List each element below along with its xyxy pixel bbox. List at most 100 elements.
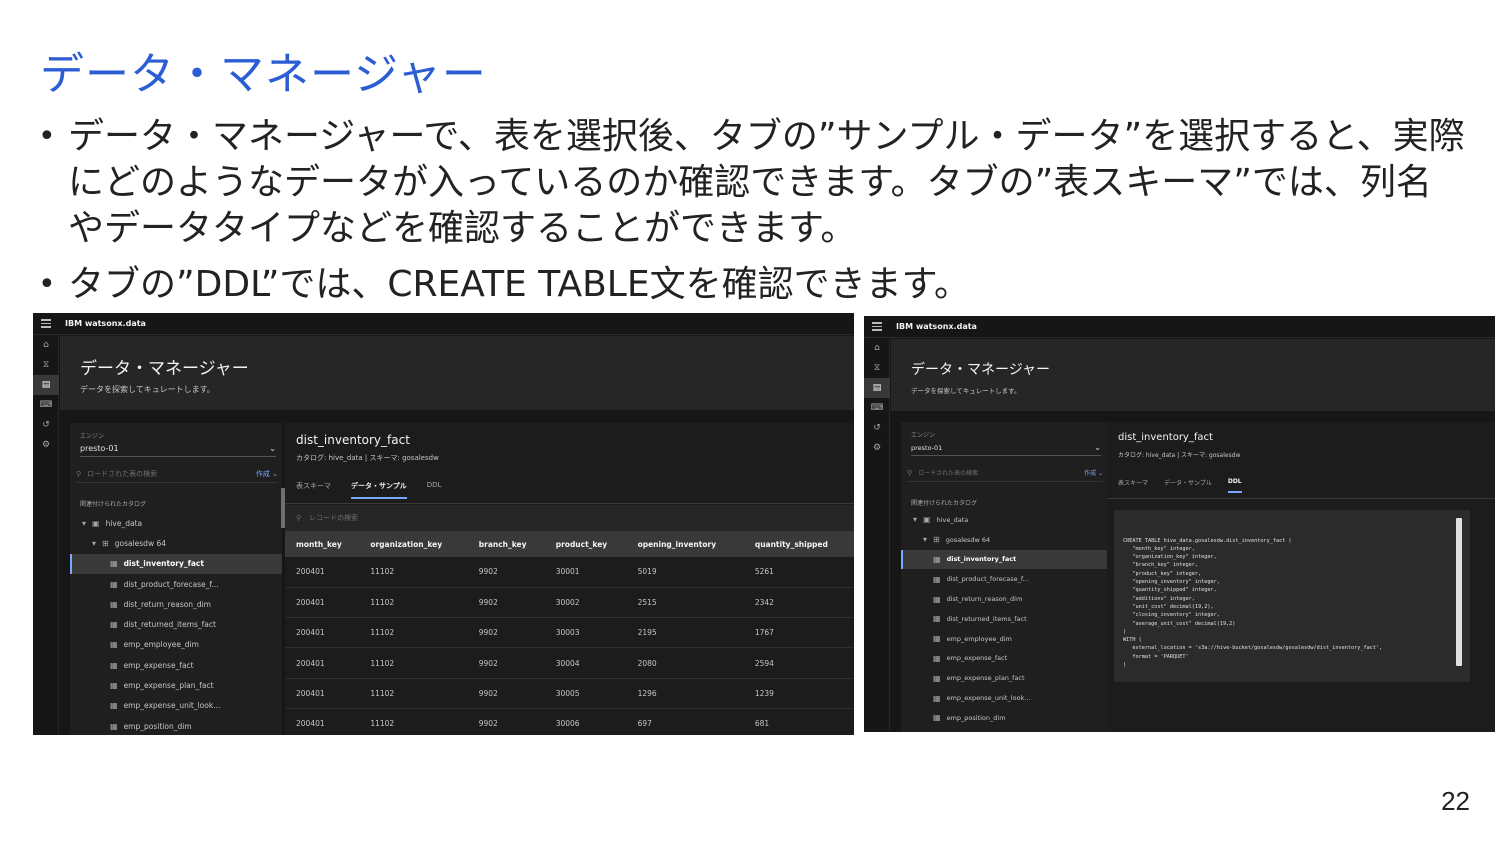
tree-item-selected[interactable]: ▦ dist_inventory_fact [70, 553, 282, 574]
query-icon[interactable]: ⌨ [864, 398, 890, 418]
tree-item[interactable]: ▾ ▣ hive_data [901, 510, 1107, 530]
caret-down-icon: ▾ [923, 535, 928, 545]
table-icon: ▦ [110, 579, 118, 589]
tab-ddl[interactable]: DDL [1227, 478, 1242, 493]
column-header[interactable]: opening_inventory [626, 531, 744, 557]
side-rail: ⌂ ⧖ ▤ ⌨ ↺ ⚙ [33, 335, 59, 735]
data-manager-icon[interactable]: ▤ [864, 378, 890, 398]
tree-item[interactable]: ▦ dist_product_forecase_f... [901, 569, 1107, 589]
bullet-dot: • [38, 119, 56, 154]
tree-item[interactable]: ▦ dist_product_forecase_f... [70, 574, 282, 594]
tree-item[interactable]: ▦ emp_employee_dim [70, 635, 282, 655]
create-button[interactable]: 作成 ⌄ [256, 469, 278, 479]
cell: 30006 [544, 708, 627, 735]
chevron-down-icon: ⌄ [269, 444, 276, 453]
page-header: データ・マネージャー データを探索してキュレートします。 [891, 339, 1495, 411]
tree-item[interactable]: ▦ dist_return_reason_dim [901, 589, 1107, 609]
search-icon: ⚲ [296, 514, 302, 522]
tree-item-selected[interactable]: ▦ dist_inventory_fact [901, 549, 1107, 570]
table-icon: ▦ [110, 721, 118, 731]
cell: 2594 [743, 647, 854, 679]
table-icon: ▦ [110, 599, 118, 609]
hourglass-icon[interactable]: ⧖ [864, 358, 890, 378]
tree-item[interactable]: ▦ dist_returned_items_fact [70, 614, 282, 634]
column-header[interactable]: product_key [544, 531, 627, 557]
table-icon: ▦ [933, 673, 941, 683]
top-bar: IBM watsonx.data [864, 316, 1495, 338]
home-icon[interactable]: ⌂ [33, 335, 59, 355]
cell: 11102 [359, 587, 468, 619]
page-subtitle: データを探索してキュレートします。 [80, 385, 215, 394]
create-button[interactable]: 作成 ⌄ [1084, 468, 1103, 477]
tree-item[interactable]: ▦ emp_expense_fact [901, 649, 1107, 669]
settings-icon[interactable]: ⚙ [864, 438, 890, 458]
tree-item[interactable]: ▦ dist_returned_items_fact [901, 609, 1107, 629]
engine-select[interactable]: presto-01 ⌄ [911, 440, 1101, 456]
brand-name: IBM watsonx.data [65, 319, 146, 328]
column-header[interactable]: month_key [285, 531, 360, 557]
ddl-scrollbar[interactable] [1456, 518, 1462, 666]
table-detail-panel: dist_inventory_fact カタログ: hive_data | スキ… [1107, 422, 1495, 732]
engine-label: エンジン [911, 432, 936, 439]
catalog-section-label: 関連付けられたカタログ [911, 500, 978, 507]
cell: 2342 [743, 587, 854, 619]
tree-item[interactable]: ▦ emp_position_dim [901, 708, 1107, 728]
screenshot-ddl: IBM watsonx.data ⌂ ⧖ ▤ ⌨ ↺ ⚙ データ・マネージャー … [864, 316, 1495, 732]
table-search[interactable]: ⚲ ロードされた表の検索 作成 ⌄ [76, 465, 278, 483]
tree-item[interactable]: ▦ emp_expense_plan_fact [70, 675, 282, 695]
history-icon[interactable]: ↺ [864, 418, 890, 438]
cell: 11102 [359, 647, 468, 679]
engine-value: presto-01 [80, 444, 119, 453]
table-icon: ▦ [110, 640, 118, 650]
menu-icon[interactable] [33, 319, 59, 328]
table-icon: ▦ [933, 653, 941, 663]
data-manager-icon[interactable]: ▤ [33, 375, 59, 395]
table-icon: ▦ [933, 614, 941, 624]
table-search[interactable]: ⚲ ロードされた表の検索 作成 ⌄ [907, 464, 1103, 482]
engine-select[interactable]: presto-01 ⌄ [80, 441, 276, 457]
page-header: データ・マネージャー データを探索してキュレートします。 [60, 336, 854, 410]
tree-item[interactable]: ▦ emp_expense_unit_look... [70, 696, 282, 716]
table-header-row: month_key organization_key branch_key pr… [285, 531, 854, 557]
table-icon: ▦ [933, 594, 941, 604]
hourglass-icon[interactable]: ⧖ [33, 355, 59, 375]
cell: 11102 [359, 617, 468, 649]
tab-ddl[interactable]: DDL [427, 481, 442, 499]
cell: 681 [743, 708, 854, 735]
query-icon[interactable]: ⌨ [33, 395, 59, 415]
detail-tabs: 表スキーマ データ・サンプル DDL [1118, 478, 1242, 493]
menu-icon[interactable] [864, 322, 890, 331]
tree-item[interactable]: ▦ emp_expense_plan_fact [901, 668, 1107, 688]
column-header[interactable]: organization_key [359, 531, 468, 557]
ddl-code-block[interactable]: CREATE TABLE hive_data.gosalesdw.dist_in… [1114, 510, 1470, 682]
home-icon[interactable]: ⌂ [864, 338, 890, 358]
history-icon[interactable]: ↺ [33, 415, 59, 435]
tree-item[interactable]: ▾ ⊞ gosalesdw 64 [901, 530, 1107, 550]
cell: 200401 [285, 647, 360, 679]
page-title: データ・マネージャー [80, 359, 249, 379]
tree-item[interactable]: ▦ emp_employee_dim [901, 629, 1107, 649]
tree-item[interactable]: ▾ ⊞ gosalesdw 64 [70, 533, 282, 553]
table-meta: カタログ: hive_data | スキーマ: gosalesdw [1118, 452, 1241, 459]
cell: 2195 [626, 617, 744, 649]
tab-table-schema[interactable]: 表スキーマ [1118, 478, 1148, 493]
tree-item[interactable]: ▾ ▣ hive_data [70, 513, 282, 533]
cell: 30001 [544, 557, 627, 588]
cell: 11102 [359, 678, 468, 709]
column-header[interactable]: quantity_shipped [743, 531, 854, 557]
settings-icon[interactable]: ⚙ [33, 435, 59, 455]
table-meta: カタログ: hive_data | スキーマ: gosalesdw [296, 454, 439, 462]
tab-data-sample[interactable]: データ・サンプル [1164, 478, 1212, 493]
tree-item[interactable]: ▦ dist_return_reason_dim [70, 594, 282, 614]
table-title: dist_inventory_fact [296, 433, 410, 447]
tree-item[interactable]: ▦ emp_position_dim [70, 716, 282, 735]
tab-data-sample[interactable]: データ・サンプル [351, 481, 407, 499]
column-header[interactable]: branch_key [467, 531, 545, 557]
tree-item[interactable]: ▦ emp_expense_fact [70, 655, 282, 675]
tab-table-schema[interactable]: 表スキーマ [296, 481, 331, 499]
cell: 30005 [544, 678, 627, 709]
tree-item[interactable]: ▦ emp_expense_unit_look... [901, 688, 1107, 708]
engine-value: presto-01 [911, 443, 943, 452]
bullet-text: タブの”DDL”では、CREATE TABLE文を確認できます。 [68, 264, 970, 305]
record-search[interactable]: ⚲ レコードの検索 [285, 505, 854, 531]
